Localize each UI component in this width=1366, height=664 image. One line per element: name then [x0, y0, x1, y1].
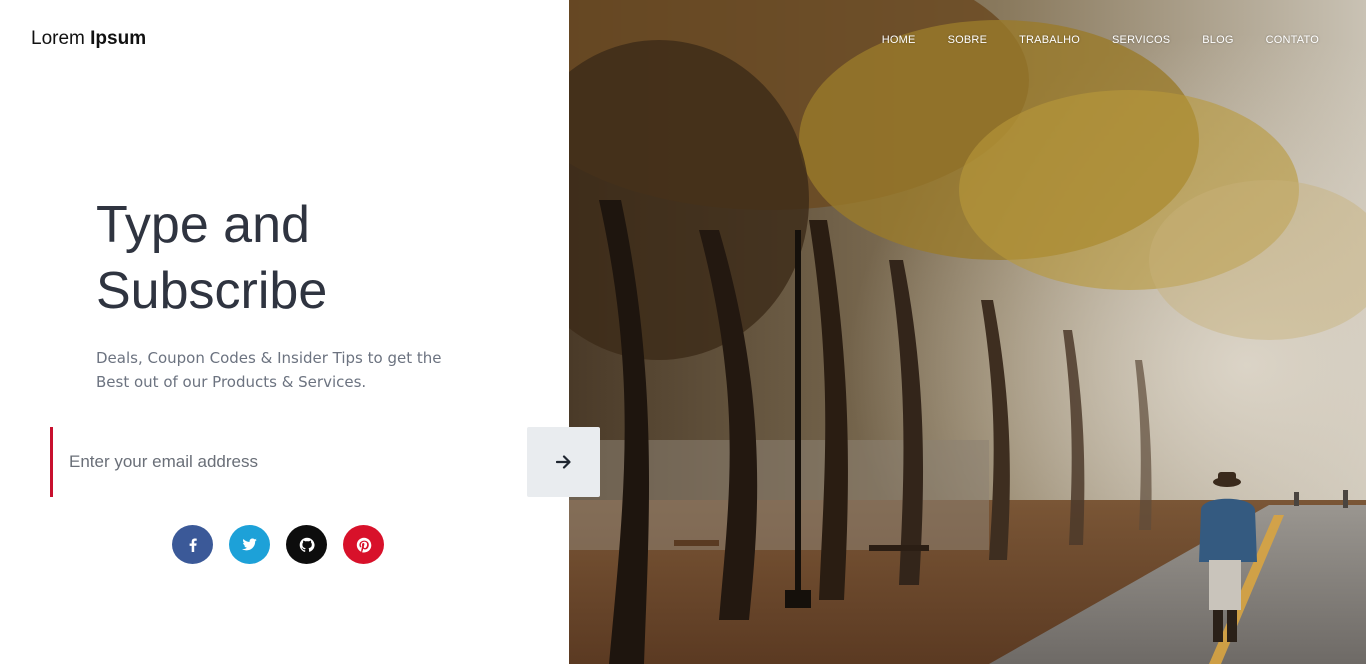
hero-photo-autumn-park [569, 0, 1366, 664]
nav-item-blog[interactable]: BLOG [1202, 34, 1233, 46]
github-icon [299, 537, 315, 552]
facebook-icon [189, 538, 197, 552]
page: Lorem Ipsum Type and Subscribe Deals, Co… [0, 0, 1366, 664]
logo-text-bold: Ipsum [90, 28, 147, 49]
subscribe-panel: Lorem Ipsum Type and Subscribe Deals, Co… [0, 0, 569, 664]
title-line-2: Subscribe [96, 262, 328, 320]
page-title: Type and Subscribe [96, 192, 516, 324]
facebook-button[interactable] [172, 525, 213, 564]
pinterest-button[interactable] [343, 525, 384, 564]
submit-button[interactable] [527, 427, 600, 497]
subscribe-form [50, 427, 600, 497]
arrow-right-icon [555, 455, 571, 469]
site-logo[interactable]: Lorem Ipsum [31, 28, 146, 50]
main-nav: HOME SOBRE TRABALHO SERVICOS BLOG CONTAT… [850, 34, 1319, 46]
nav-item-servicos[interactable]: SERVICOS [1112, 34, 1170, 46]
hero-photo-illustration [569, 0, 1366, 664]
twitter-icon [242, 538, 257, 551]
email-input[interactable] [50, 427, 527, 497]
title-line-1: Type and [96, 196, 310, 254]
logo-text-light: Lorem [31, 28, 85, 49]
twitter-button[interactable] [229, 525, 270, 564]
pinterest-icon [356, 537, 371, 552]
nav-item-home[interactable]: HOME [882, 34, 916, 46]
nav-item-trabalho[interactable]: TRABALHO [1019, 34, 1080, 46]
nav-item-contato[interactable]: CONTATO [1266, 34, 1319, 46]
nav-item-sobre[interactable]: SOBRE [948, 34, 988, 46]
social-links [172, 525, 384, 564]
subtitle-text: Deals, Coupon Codes & Insider Tips to ge… [96, 349, 442, 391]
github-button[interactable] [286, 525, 327, 564]
